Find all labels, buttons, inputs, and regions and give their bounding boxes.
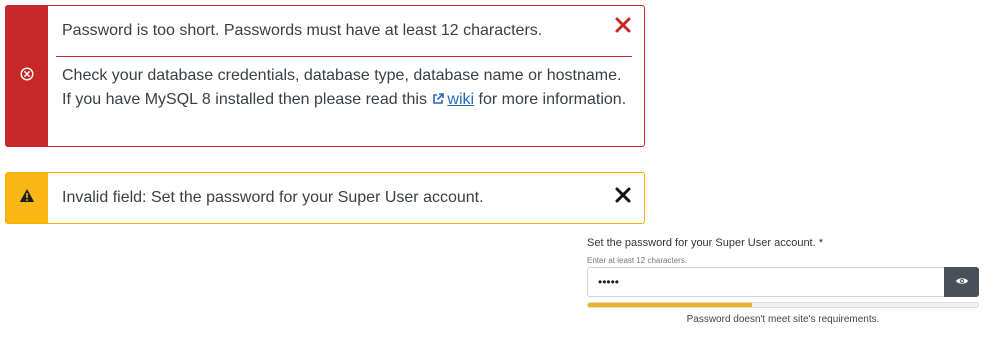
- error-alert: Password is too short. Passwords must ha…: [5, 5, 645, 147]
- error-alert-message: Check your database credentials, databas…: [62, 57, 630, 114]
- error-alert-body: Password is too short. Passwords must ha…: [48, 6, 644, 146]
- warning-alert-body: Invalid field: Set the password for your…: [48, 173, 644, 223]
- error-alert-side: [6, 6, 48, 146]
- error-message-tail: for more information.: [474, 91, 627, 108]
- password-strength-message: Password doesn't meet site's requirement…: [686, 314, 880, 325]
- close-icon: [614, 17, 632, 38]
- password-form-group: Set the password for your Super User acc…: [587, 237, 979, 325]
- eye-icon: [955, 273, 969, 291]
- warning-alert-side: [6, 173, 48, 223]
- warning-triangle-icon: [19, 188, 35, 208]
- password-label: Set the password for your Super User acc…: [587, 237, 824, 249]
- warning-alert-message: Invalid field: Set the password for your…: [62, 189, 484, 206]
- password-strength-meter: [587, 302, 979, 308]
- external-link-icon: [431, 90, 445, 114]
- circle-x-icon: [20, 66, 34, 86]
- error-alert-heading: Password is too short. Passwords must ha…: [56, 6, 632, 57]
- password-input-row: [587, 267, 979, 297]
- show-password-button[interactable]: [944, 267, 979, 297]
- warning-alert: Invalid field: Set the password for your…: [5, 172, 645, 224]
- warning-alert-close-button[interactable]: [614, 186, 632, 204]
- password-input[interactable]: [587, 267, 944, 297]
- password-strength-fill: [588, 303, 752, 307]
- close-icon: [614, 187, 632, 208]
- password-hint: Enter at least 12 characters.: [587, 256, 688, 265]
- wiki-link-label: wiki: [447, 91, 475, 108]
- error-alert-close-button[interactable]: [614, 16, 632, 34]
- wiki-link[interactable]: wiki: [431, 91, 474, 108]
